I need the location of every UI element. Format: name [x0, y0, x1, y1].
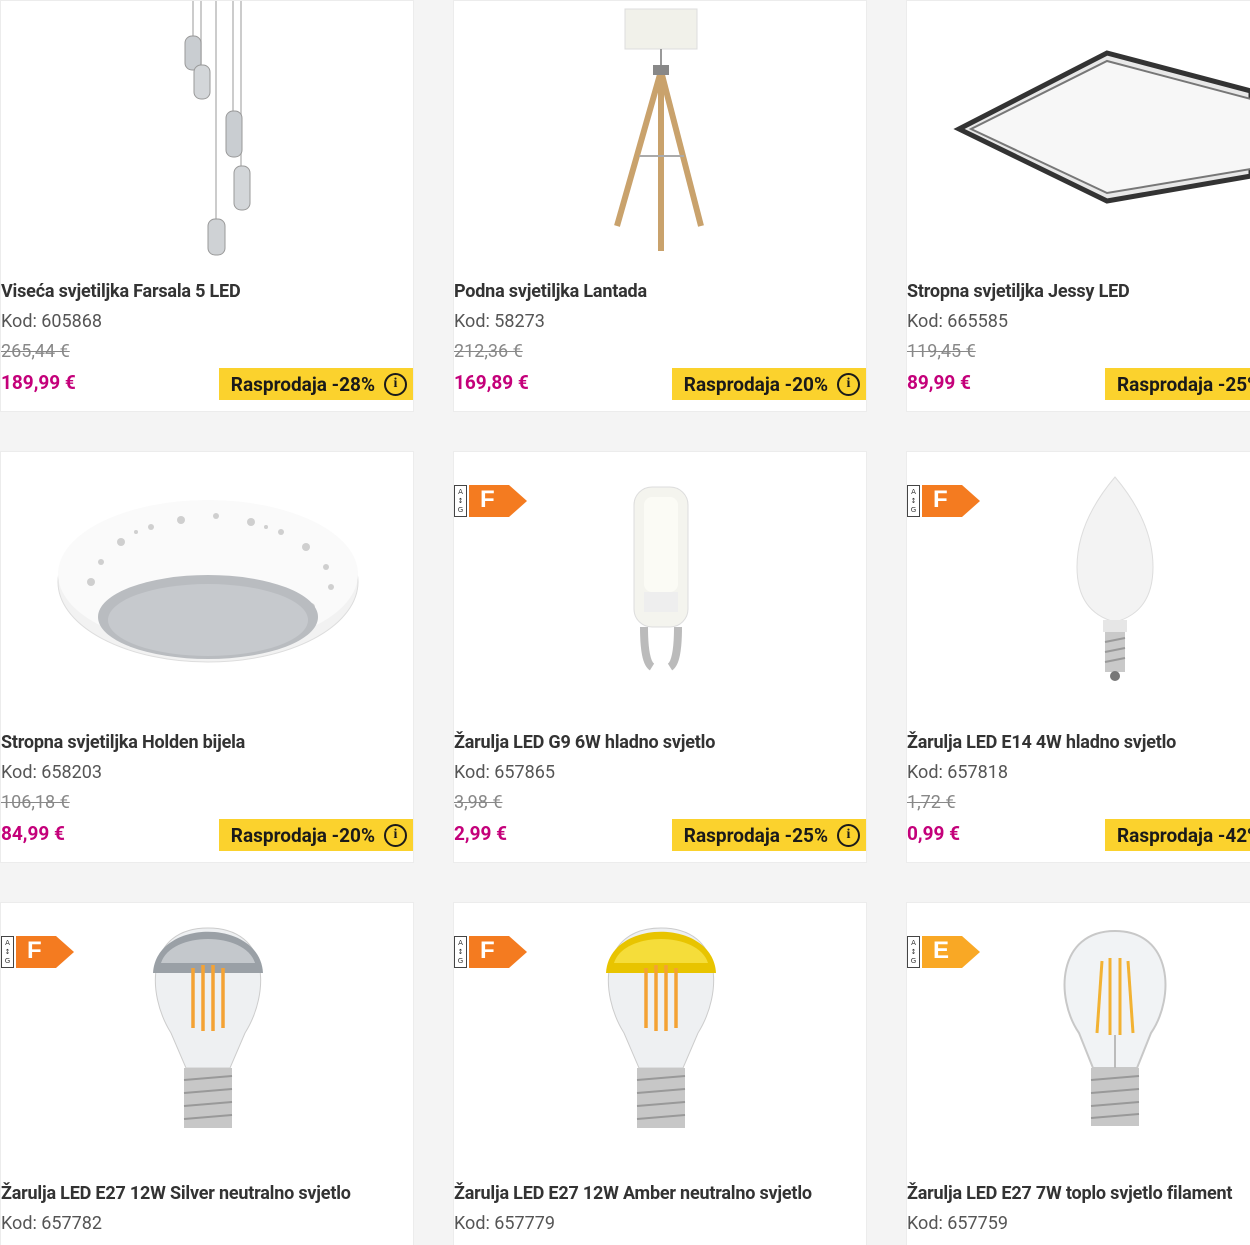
old-price: 212,36 € [454, 341, 523, 362]
old-price: 106,18 € [1, 792, 70, 813]
product-card[interactable]: A ↕ G F Žarulja LED G9 6W hladno svjetlo K… [453, 451, 867, 863]
product-title[interactable]: Žarulja LED E27 12W Silver neutralno svj… [1, 1183, 351, 1204]
product-title[interactable]: Viseća svjetiljka Farsala 5 LED [1, 281, 241, 302]
product-code: Kod: 657779 [454, 1213, 555, 1234]
sale-price: 169,89 € [454, 371, 529, 394]
product-code: Kod: 657782 [1, 1213, 102, 1234]
product-title[interactable]: Žarulja LED E14 4W hladno svjetlo [907, 732, 1176, 753]
energy-label-icon: A ↕ G E [907, 936, 980, 968]
sale-badge: Rasprodaja -28% i [218, 368, 413, 400]
product-code: Kod: 605868 [1, 311, 102, 332]
energy-label-icon: A ↕ G F [454, 936, 527, 968]
info-icon[interactable]: i [837, 823, 860, 847]
ceiling-panel-icon [907, 1, 1250, 271]
product-title[interactable]: Žarulja LED E27 12W Amber neutralno svje… [454, 1183, 812, 1204]
sale-badge-label: Rasprodaja -20% [230, 823, 375, 847]
product-title[interactable]: Podna svjetiljka Lantada [454, 281, 647, 302]
sale-badge-label: Rasprodaja -25% [683, 823, 828, 847]
energy-label-icon: A ↕ G F [907, 485, 980, 517]
pendant-lamp-icon [1, 1, 413, 271]
ceiling-lamp-icon [1, 452, 413, 722]
floor-lamp-icon [454, 1, 866, 271]
product-code: Kod: 657818 [907, 762, 1008, 783]
sale-badge: Rasprodaja -25% i [671, 819, 866, 851]
sale-price: 89,99 € [907, 371, 971, 394]
old-price: 3,98 € [454, 792, 503, 813]
product-code: Kod: 657865 [454, 762, 555, 783]
old-price: 265,44 € [1, 341, 70, 362]
product-card[interactable]: A ↕ G E Žarulja LED E27 7W toplo svjetlo f… [906, 902, 1250, 1245]
old-price: 119,45 € [907, 341, 976, 362]
energy-label-icon: A ↕ G F [454, 485, 527, 517]
product-title[interactable]: Stropna svjetiljka Holden bijela [1, 732, 245, 753]
sale-badge-label: Rasprodaja -20% [683, 372, 828, 396]
product-card[interactable]: A ↕ G F Žarulja LED E14 4W hladno svjetlo … [906, 451, 1250, 863]
product-code: Kod: 58273 [454, 311, 545, 332]
energy-label-icon: A ↕ G F [1, 936, 74, 968]
sale-badge-label: Rasprodaja -28% [230, 372, 375, 396]
sale-badge: Rasprodaja -20% i [671, 368, 866, 400]
info-icon[interactable]: i [837, 372, 860, 396]
sale-price: 0,99 € [907, 822, 961, 845]
sale-badge: Rasprodaja -20% i [218, 819, 413, 851]
product-card[interactable]: Stropna svjetiljka Jessy LED Kod: 665585… [906, 0, 1250, 412]
product-code: Kod: 665585 [907, 311, 1008, 332]
sale-badge: Rasprodaja -42% i [1105, 819, 1250, 851]
product-card[interactable]: A ↕ G F Žarulja LED E27 12W Amber neutraln… [453, 902, 867, 1245]
sale-badge: Rasprodaja -25% i [1105, 368, 1250, 400]
product-card[interactable]: Viseća svjetiljka Farsala 5 LED Kod: 605… [0, 0, 414, 412]
old-price: 1,72 € [907, 792, 956, 813]
product-title[interactable]: Žarulja LED G9 6W hladno svjetlo [454, 732, 715, 753]
info-icon[interactable]: i [384, 823, 407, 847]
sale-price: 2,99 € [454, 822, 508, 845]
product-card[interactable]: Stropna svjetiljka Holden bijela Kod: 65… [0, 451, 414, 863]
product-code: Kod: 658203 [1, 762, 102, 783]
product-code: Kod: 657759 [907, 1213, 1008, 1234]
product-title[interactable]: Žarulja LED E27 7W toplo svjetlo filamen… [907, 1183, 1233, 1204]
sale-price: 84,99 € [1, 822, 65, 845]
product-title[interactable]: Stropna svjetiljka Jessy LED [907, 281, 1130, 302]
product-card[interactable]: A ↕ G F Žarulja LED E27 12W Silver neutral… [0, 902, 414, 1245]
sale-badge-label: Rasprodaja -25% [1117, 372, 1250, 396]
product-card[interactable]: Podna svjetiljka Lantada Kod: 58273 212,… [453, 0, 867, 412]
sale-badge-label: Rasprodaja -42% [1117, 823, 1250, 847]
info-icon[interactable]: i [384, 372, 407, 396]
sale-price: 189,99 € [1, 371, 76, 394]
